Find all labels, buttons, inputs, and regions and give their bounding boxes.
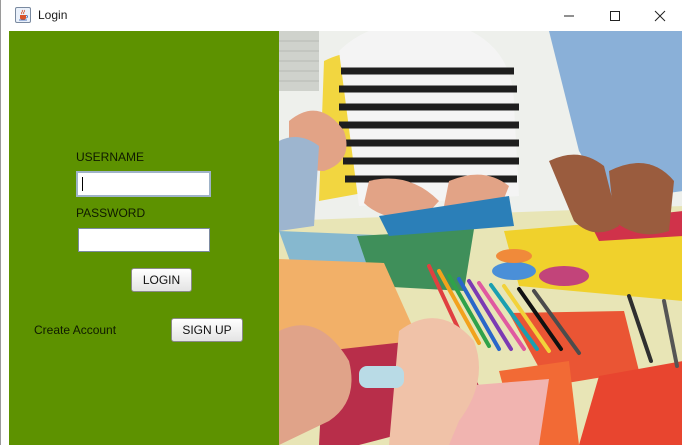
close-button[interactable] bbox=[637, 0, 682, 31]
text-caret bbox=[82, 177, 83, 191]
window-title: Login bbox=[38, 8, 68, 22]
java-cup-icon bbox=[15, 7, 31, 23]
maximize-icon bbox=[610, 10, 620, 21]
crafts-illustration bbox=[279, 31, 682, 445]
crafts-photo bbox=[279, 31, 682, 445]
content-area: USERNAME PASSWORD LOGIN Create Account S… bbox=[9, 31, 682, 445]
login-panel: USERNAME PASSWORD LOGIN Create Account S… bbox=[9, 31, 279, 445]
maximize-button[interactable] bbox=[592, 0, 638, 31]
login-button[interactable]: LOGIN bbox=[131, 268, 192, 292]
login-window: Login USERNAME PASSWORD LOGIN Create Acc… bbox=[0, 0, 682, 445]
title-bar: Login bbox=[1, 0, 682, 31]
close-icon bbox=[654, 10, 666, 21]
minimize-button[interactable] bbox=[546, 0, 592, 31]
username-label: USERNAME bbox=[76, 150, 145, 164]
username-field[interactable] bbox=[76, 171, 211, 197]
password-field[interactable] bbox=[78, 228, 210, 252]
create-account-label: Create Account bbox=[34, 323, 117, 337]
signup-button[interactable]: SIGN UP bbox=[171, 318, 243, 342]
minimize-icon bbox=[564, 15, 574, 16]
password-label: PASSWORD bbox=[76, 206, 146, 220]
